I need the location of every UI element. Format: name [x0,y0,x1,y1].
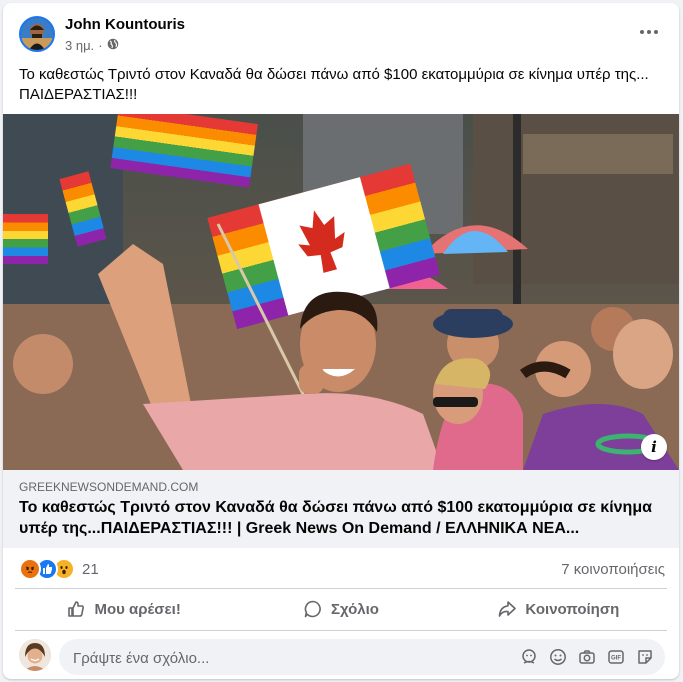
link-preview-meta[interactable]: GREEKNEWSONDEMAND.COM Το καθεστώς Τριντό… [3,470,679,548]
meta-separator: · [98,38,103,53]
post-meta: 3 ημ. · [65,38,119,53]
author-name[interactable]: John Kountouris [65,16,185,33]
comment-icon [304,600,321,618]
svg-text:GIF: GIF [611,656,621,662]
like-label: Μου αρέσει! [94,600,181,618]
comment-input[interactable] [71,639,515,677]
like-button[interactable]: Μου αρέσει! [15,590,232,628]
globe-icon[interactable] [107,38,119,53]
post-timestamp[interactable]: 3 ημ. [65,38,94,53]
comment-button[interactable]: Σχόλιο [232,590,449,628]
avatar-sticker-icon[interactable] [519,647,539,667]
current-user-avatar[interactable] [19,639,51,671]
share-label: Κοινοποίηση [525,600,620,618]
angry-icon [19,558,41,580]
comment-composer: GIF [3,635,679,679]
post-stats: 21 7 κοινοποιήσεις [3,551,679,587]
share-icon [499,601,517,617]
gif-icon[interactable]: GIF [606,647,626,667]
action-bar: Μου αρέσει! Σχόλιο Κοινοποίηση [15,590,667,628]
sticker-icon[interactable] [635,647,655,667]
link-domain: GREEKNEWSONDEMAND.COM [19,480,199,494]
link-preview-image[interactable]: i [3,114,679,470]
reaction-count[interactable]: 21 [82,561,99,578]
post-header: John Kountouris 3 ημ. · [3,3,679,63]
author-avatar[interactable] [19,16,55,52]
share-button[interactable]: Κοινοποίηση [450,590,667,628]
comment-box: GIF [59,639,665,677]
info-icon[interactable]: i [641,434,667,460]
divider [15,588,667,589]
post-text: Το καθεστώς Τριντό στον Καναδά θα δώσει … [19,66,649,103]
more-options-icon[interactable] [633,18,665,46]
comment-tools: GIF [519,647,655,667]
link-title[interactable]: Το καθεστώς Τριντό στον Καναδά θα δώσει … [19,497,659,539]
divider [15,630,667,631]
reaction-summary[interactable]: 21 [19,558,99,580]
emoji-icon[interactable] [548,647,568,667]
post-card: John Kountouris 3 ημ. · Το καθεστώς Τριν… [3,3,679,679]
comment-label: Σχόλιο [331,600,379,618]
share-count[interactable]: 7 κοινοποιήσεις [561,561,665,578]
thumbs-up-icon [68,601,85,617]
camera-icon[interactable] [577,647,597,667]
